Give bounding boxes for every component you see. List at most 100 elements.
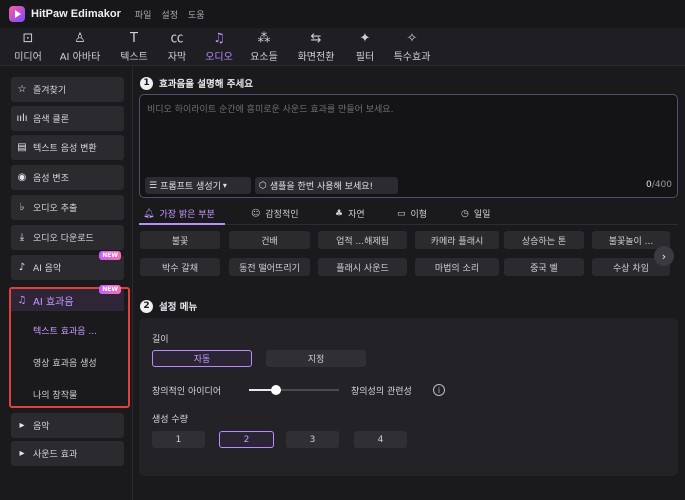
sidebar-item-ai-sound-effects[interactable]: ♫ AI 효과음 NEW bbox=[11, 285, 124, 311]
tool-filter[interactable]: ✦ 필터 bbox=[345, 28, 385, 66]
sidebar-item-sound-effects[interactable]: ▸ 사운드 효과 bbox=[11, 441, 124, 466]
section-title-text: 효과음을 설명해 주세요 bbox=[159, 79, 254, 90]
effect-chip[interactable]: 건배 bbox=[229, 231, 310, 249]
tool-label: 텍스트 bbox=[120, 51, 148, 63]
tab-label: 자연 bbox=[348, 210, 365, 220]
app-logo-icon bbox=[9, 6, 25, 22]
sidebar-item-label: 사운드 효과 bbox=[33, 450, 78, 460]
tool-label: 화면전환 bbox=[297, 51, 335, 63]
tool-text[interactable]: T 텍스트 bbox=[111, 28, 157, 66]
tab-nature[interactable]: ♣ 자연 bbox=[335, 207, 365, 221]
length-auto-option[interactable]: 자동 bbox=[152, 350, 252, 367]
sidebar-item-ai-music[interactable]: ♪ AI 음악 NEW bbox=[11, 251, 124, 280]
effect-chip[interactable]: 마법의 소리 bbox=[415, 258, 499, 276]
settings-panel: 길이 자동 지정 창의적인 아이디어 창의성의 관련성 i 생성 수량 1 2 … bbox=[139, 318, 678, 476]
transition-icon: ⇆ bbox=[310, 30, 322, 46]
bell-icon: 🔔︎ bbox=[143, 208, 155, 219]
tool-label: 요소들 bbox=[250, 51, 278, 63]
caret-right-icon: ▸ bbox=[19, 420, 25, 431]
info-icon[interactable]: i bbox=[433, 384, 445, 396]
sidebar-item-audio-download[interactable]: ⤓ 오디오 다운로드 bbox=[11, 225, 124, 250]
effect-chip[interactable]: 카메라 플래시 bbox=[415, 231, 499, 249]
sidebar-item-label: 텍스트 음성 변환 bbox=[33, 144, 97, 154]
tool-transition[interactable]: ⇆ 화면전환 bbox=[287, 28, 345, 66]
tool-label: 필터 bbox=[355, 51, 375, 63]
smiley-icon: ☺ bbox=[251, 208, 261, 219]
chevron-right-icon[interactable]: › bbox=[654, 246, 674, 266]
count-option-4[interactable]: 4 bbox=[354, 431, 407, 448]
effect-chip[interactable]: 업적 ...해제됨 bbox=[318, 231, 407, 249]
tab-label: 가장 밝은 부분 bbox=[159, 210, 215, 220]
sidebar-item-label: 오디오 다운로드 bbox=[33, 234, 94, 244]
avatar-icon: ♙ bbox=[74, 30, 86, 46]
relevance-label: 창의성의 관련성 bbox=[351, 387, 412, 397]
tool-ai-avatar[interactable]: ♙ AI 아바타 bbox=[49, 28, 111, 66]
title-bar: HitPaw Edimakor 파일 설정 도움 bbox=[0, 0, 685, 28]
tool-media[interactable]: ⊡ 미디어 bbox=[7, 28, 49, 66]
elements-icon: ⁂ bbox=[257, 30, 271, 46]
tab-transform[interactable]: ▭ 이형 bbox=[397, 207, 428, 221]
prompt-generator-icon: ☰ bbox=[149, 180, 158, 191]
sidebar-item-label: AI 효과음 bbox=[33, 296, 74, 308]
tool-subtitle[interactable]: ㏄ 자막 bbox=[157, 28, 197, 66]
caret-right-icon: ▸ bbox=[19, 448, 25, 459]
length-custom-option[interactable]: 지정 bbox=[266, 350, 366, 367]
tool-label: 특수효과 bbox=[393, 51, 431, 63]
menu-help[interactable]: 도움 bbox=[188, 8, 205, 21]
count-option-1[interactable]: 1 bbox=[152, 431, 205, 448]
sub-item-video-effects[interactable]: 영상 효과음 생성 bbox=[33, 356, 97, 369]
sidebar-item-audio-extract[interactable]: ♭ 오디오 추출 bbox=[11, 195, 124, 220]
tab-daily[interactable]: ◷ 일일 bbox=[461, 207, 491, 221]
sub-item-text-effects[interactable]: 텍스트 효과음 ... bbox=[33, 324, 97, 337]
try-sample-button[interactable]: ⬡ 샘플을 한번 사용해 보세요! bbox=[255, 177, 398, 194]
effect-chip[interactable]: 불꽃 bbox=[140, 231, 220, 249]
tree-icon: ♣ bbox=[335, 208, 344, 219]
text-icon: T bbox=[130, 30, 138, 46]
sidebar-item-music[interactable]: ▸ 음악 bbox=[11, 413, 124, 438]
tool-label: 미디어 bbox=[14, 51, 42, 63]
generation-count-label: 생성 수량 bbox=[152, 415, 188, 425]
effects-icon: ✧ bbox=[406, 30, 418, 46]
sidebar-item-favorites[interactable]: ☆ 즐겨찾기 bbox=[11, 77, 124, 102]
category-tabs: 🔔︎ 가장 밝은 부분 ☺ 감정적인 ♣ 자연 ▭ 이형 ◷ 일일 bbox=[139, 205, 678, 225]
main-toolbar: ⊡ 미디어 ♙ AI 아바타 T 텍스트 ㏄ 자막 ♫ 오디오 ⁂ 요소들 ⇆ … bbox=[0, 28, 685, 66]
tab-emotional[interactable]: ☺ 감정적인 bbox=[251, 207, 299, 221]
tab-label: 감정적인 bbox=[265, 210, 299, 220]
effect-chip[interactable]: 플래시 사운드 bbox=[318, 258, 407, 276]
media-icon: ⊡ bbox=[22, 30, 34, 46]
step-number: 2 bbox=[140, 299, 153, 313]
tab-label: 이형 bbox=[410, 210, 428, 220]
text-to-speech-icon: ▤ bbox=[17, 142, 27, 153]
music-note-icon: ♫ bbox=[17, 294, 27, 306]
tool-elements[interactable]: ⁂ 요소들 bbox=[241, 28, 287, 66]
tool-audio[interactable]: ♫ 오디오 bbox=[197, 28, 241, 66]
tab-highlight[interactable]: 🔔︎ 가장 밝은 부분 bbox=[143, 207, 215, 221]
creativity-slider-track[interactable] bbox=[249, 389, 339, 391]
section-settings-title: 2 설정 메뉴 bbox=[140, 299, 197, 313]
button-label: 프롬프트 생성기 bbox=[160, 182, 221, 192]
new-badge: NEW bbox=[99, 251, 121, 260]
tab-label: 일일 bbox=[473, 210, 491, 220]
sidebar-item-voice-changer[interactable]: ◉ 음성 변조 bbox=[11, 165, 124, 190]
menu-settings[interactable]: 설정 bbox=[161, 8, 178, 21]
effect-chip[interactable]: 중국 벨 bbox=[504, 258, 584, 276]
effect-chip[interactable]: 박수 갈채 bbox=[140, 258, 220, 276]
sub-item-my-creations[interactable]: 나의 창작물 bbox=[33, 388, 77, 401]
sidebar-item-label: 음악 bbox=[33, 422, 50, 432]
length-label: 길이 bbox=[152, 335, 169, 345]
count-option-2[interactable]: 2 bbox=[219, 431, 274, 448]
effect-chip[interactable]: 상승하는 톤 bbox=[504, 231, 584, 249]
sidebar-item-text-to-speech[interactable]: ▤ 텍스트 음성 변환 bbox=[11, 135, 124, 160]
count-option-3[interactable]: 3 bbox=[286, 431, 339, 448]
sidebar-item-voice-clone[interactable]: ıılı 음색 클론 bbox=[11, 106, 124, 131]
tool-effects[interactable]: ✧ 특수효과 bbox=[385, 28, 439, 66]
star-icon: ☆ bbox=[17, 84, 27, 95]
character-counter: 0/400 bbox=[646, 180, 672, 190]
effect-chip[interactable]: 동전 떨어뜨리기 bbox=[229, 258, 310, 276]
prompt-textarea[interactable]: 비디오 하이라이트 순간에 흥미로운 사운드 효과를 만들어 보세요. ☰ 프롬… bbox=[139, 94, 678, 198]
app-title: HitPaw Edimakor bbox=[31, 8, 121, 20]
menu-file[interactable]: 파일 bbox=[135, 8, 152, 21]
transform-icon: ▭ bbox=[397, 208, 406, 219]
prompt-generator-button[interactable]: ☰ 프롬프트 생성기 ▾ bbox=[145, 177, 251, 194]
creativity-slider-handle[interactable] bbox=[271, 385, 281, 395]
